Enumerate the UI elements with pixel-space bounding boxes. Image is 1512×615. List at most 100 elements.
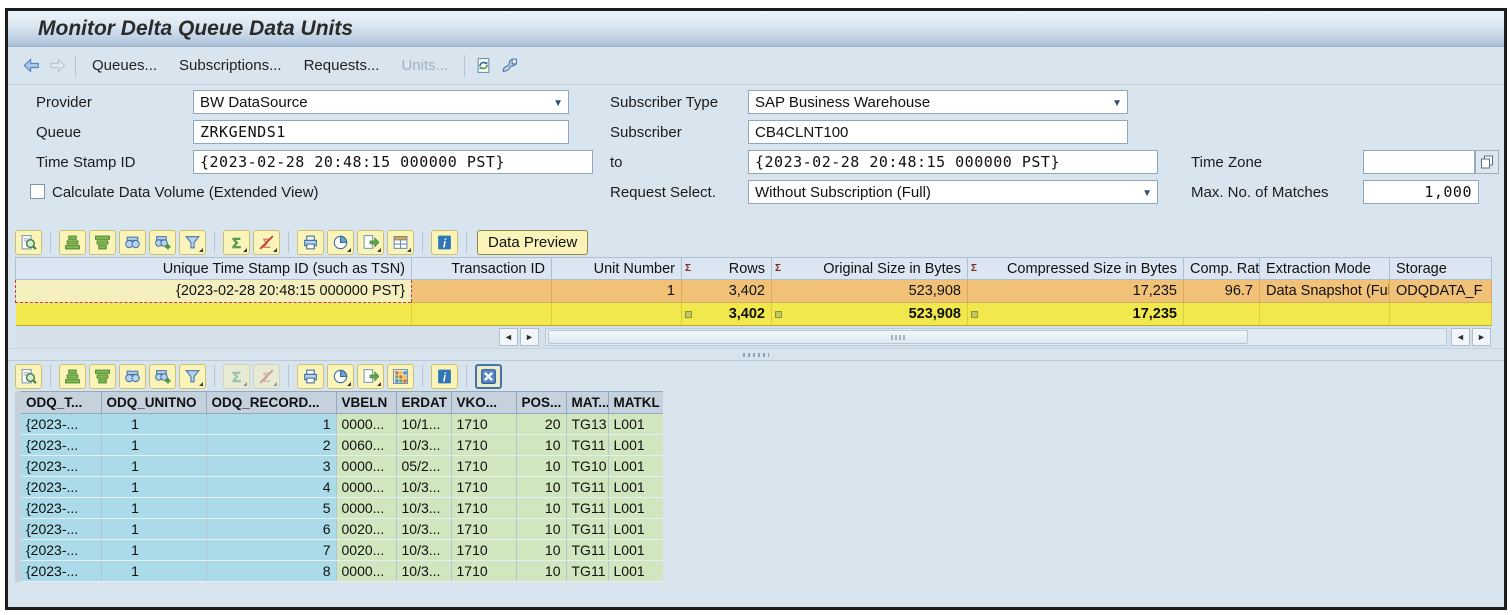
scrollbar-thumb[interactable] (548, 330, 1248, 344)
column-header[interactable]: Storage (1390, 258, 1492, 280)
print-button[interactable] (297, 364, 324, 389)
table-row[interactable]: {2023-...180000...10/3...171010TG11L001 (21, 561, 663, 582)
column-header[interactable]: MAT... (566, 392, 608, 414)
cell[interactable]: Data Snapshot (Full) (1260, 280, 1390, 303)
sort-desc-button[interactable] (89, 230, 116, 255)
cell[interactable]: 10/3... (396, 561, 451, 582)
cell[interactable]: 1710 (451, 477, 516, 498)
find-next-button[interactable] (149, 230, 176, 255)
queues-button[interactable]: Queues... (81, 54, 168, 77)
cell[interactable]: {2023-02-28 20:48:15 000000 PST} (16, 280, 412, 303)
details-button[interactable] (15, 230, 42, 255)
cell[interactable]: 1710 (451, 561, 516, 582)
time-stamp-from-input[interactable]: {2023-02-28 20:48:15 000000 PST} (193, 150, 593, 174)
request-select-combo[interactable]: Without Subscription (Full) ▼ (748, 180, 1158, 204)
table-row[interactable]: {2023-...110000...10/1...171020TG13L001 (21, 414, 663, 435)
column-header[interactable]: Extraction Mode (1260, 258, 1390, 280)
layout-button[interactable] (387, 230, 414, 255)
sum-button[interactable]: Σ (223, 230, 250, 255)
scroll-right-button-right[interactable]: ► (1472, 328, 1491, 346)
cell[interactable]: {2023-... (21, 540, 101, 561)
cell[interactable]: 2 (206, 435, 336, 456)
cell[interactable]: 1710 (451, 498, 516, 519)
find-next-button[interactable] (149, 364, 176, 389)
cell[interactable]: TG11 (566, 540, 608, 561)
table-row[interactable]: {2023-...120060...10/3...171010TG11L001 (21, 435, 663, 456)
cell[interactable]: 8 (206, 561, 336, 582)
cell[interactable]: 1 (101, 519, 206, 540)
cell[interactable]: 10 (516, 540, 566, 561)
cell[interactable]: 10/3... (396, 477, 451, 498)
cell[interactable]: 0000... (336, 477, 396, 498)
close-button[interactable] (475, 364, 502, 389)
cell[interactable]: 4 (206, 477, 336, 498)
cell[interactable]: 0000... (336, 498, 396, 519)
scroll-left-button-right[interactable]: ◄ (1451, 328, 1470, 346)
subscriber-input[interactable]: CB4CLNT100 (748, 120, 1128, 144)
cell[interactable]: 3 (206, 456, 336, 477)
column-header[interactable]: MATKL (608, 392, 663, 414)
cell[interactable]: 10/3... (396, 435, 451, 456)
cell[interactable]: 10/1... (396, 414, 451, 435)
find-button[interactable] (119, 364, 146, 389)
table-row[interactable]: {2023-...160020...10/3...171010TG11L001 (21, 519, 663, 540)
time-zone-input[interactable] (1363, 150, 1475, 174)
cell[interactable]: 20 (516, 414, 566, 435)
column-header[interactable]: ERDAT (396, 392, 451, 414)
cell[interactable]: L001 (608, 435, 663, 456)
column-header[interactable]: Unique Time Stamp ID (such as TSN) (16, 258, 412, 280)
column-header[interactable]: ΣRows (682, 258, 772, 280)
cell[interactable]: TG13 (566, 414, 608, 435)
cell[interactable]: 0000... (336, 414, 396, 435)
table-row[interactable]: {2023-...170020...10/3...171010TG11L001 (21, 540, 663, 561)
cell[interactable]: {2023-... (21, 414, 101, 435)
cell[interactable]: {2023-... (21, 519, 101, 540)
sort-asc-button[interactable] (59, 364, 86, 389)
cell[interactable]: 1 (206, 414, 336, 435)
cell[interactable]: 10 (516, 498, 566, 519)
scroll-right-button[interactable]: ► (520, 328, 539, 346)
cell[interactable]: 1710 (451, 540, 516, 561)
back-button[interactable] (19, 55, 43, 77)
cell[interactable]: 1 (101, 498, 206, 519)
cell[interactable]: 6 (206, 519, 336, 540)
filter-button[interactable] (179, 230, 206, 255)
table-row[interactable]: {2023-...140000...10/3...171010TG11L001 (21, 477, 663, 498)
cell[interactable]: 05/2... (396, 456, 451, 477)
grid-button[interactable] (387, 364, 414, 389)
cell[interactable]: 523,908 (772, 280, 968, 303)
cell[interactable]: 10/3... (396, 498, 451, 519)
cell[interactable]: L001 (608, 456, 663, 477)
export-button[interactable] (357, 364, 384, 389)
views-button[interactable] (327, 364, 354, 389)
cell[interactable]: 1 (101, 477, 206, 498)
cell[interactable]: 0020... (336, 519, 396, 540)
filter-button[interactable] (179, 364, 206, 389)
cell[interactable]: 1710 (451, 456, 516, 477)
cell[interactable]: 17,235 (968, 280, 1184, 303)
cell[interactable]: 7 (206, 540, 336, 561)
cell[interactable]: 0060... (336, 435, 396, 456)
cell[interactable]: TG11 (566, 519, 608, 540)
column-header[interactable]: POS... (516, 392, 566, 414)
table-row[interactable]: {2023-...130000...05/2...171010TG10L001 (21, 456, 663, 477)
sort-asc-button[interactable] (59, 230, 86, 255)
subscriber-type-combo[interactable]: SAP Business Warehouse ▼ (748, 90, 1128, 114)
cell[interactable]: L001 (608, 414, 663, 435)
column-header[interactable]: VBELN (336, 392, 396, 414)
table-row[interactable]: {2023-...150000...10/3...171010TG11L001 (21, 498, 663, 519)
splitter-handle[interactable] (8, 348, 1504, 361)
cell[interactable]: 1 (552, 280, 682, 303)
cell[interactable]: 10 (516, 561, 566, 582)
cell[interactable]: 1 (101, 414, 206, 435)
cell[interactable]: 0020... (336, 540, 396, 561)
cell[interactable]: 10/3... (396, 540, 451, 561)
cell[interactable]: 1 (101, 435, 206, 456)
cell[interactable]: L001 (608, 519, 663, 540)
cell[interactable]: {2023-... (21, 435, 101, 456)
cell[interactable]: TG11 (566, 435, 608, 456)
cell[interactable]: 3,402 (682, 280, 772, 303)
cell[interactable] (412, 280, 552, 303)
cell[interactable]: 0000... (336, 561, 396, 582)
column-header[interactable]: VKO... (451, 392, 516, 414)
